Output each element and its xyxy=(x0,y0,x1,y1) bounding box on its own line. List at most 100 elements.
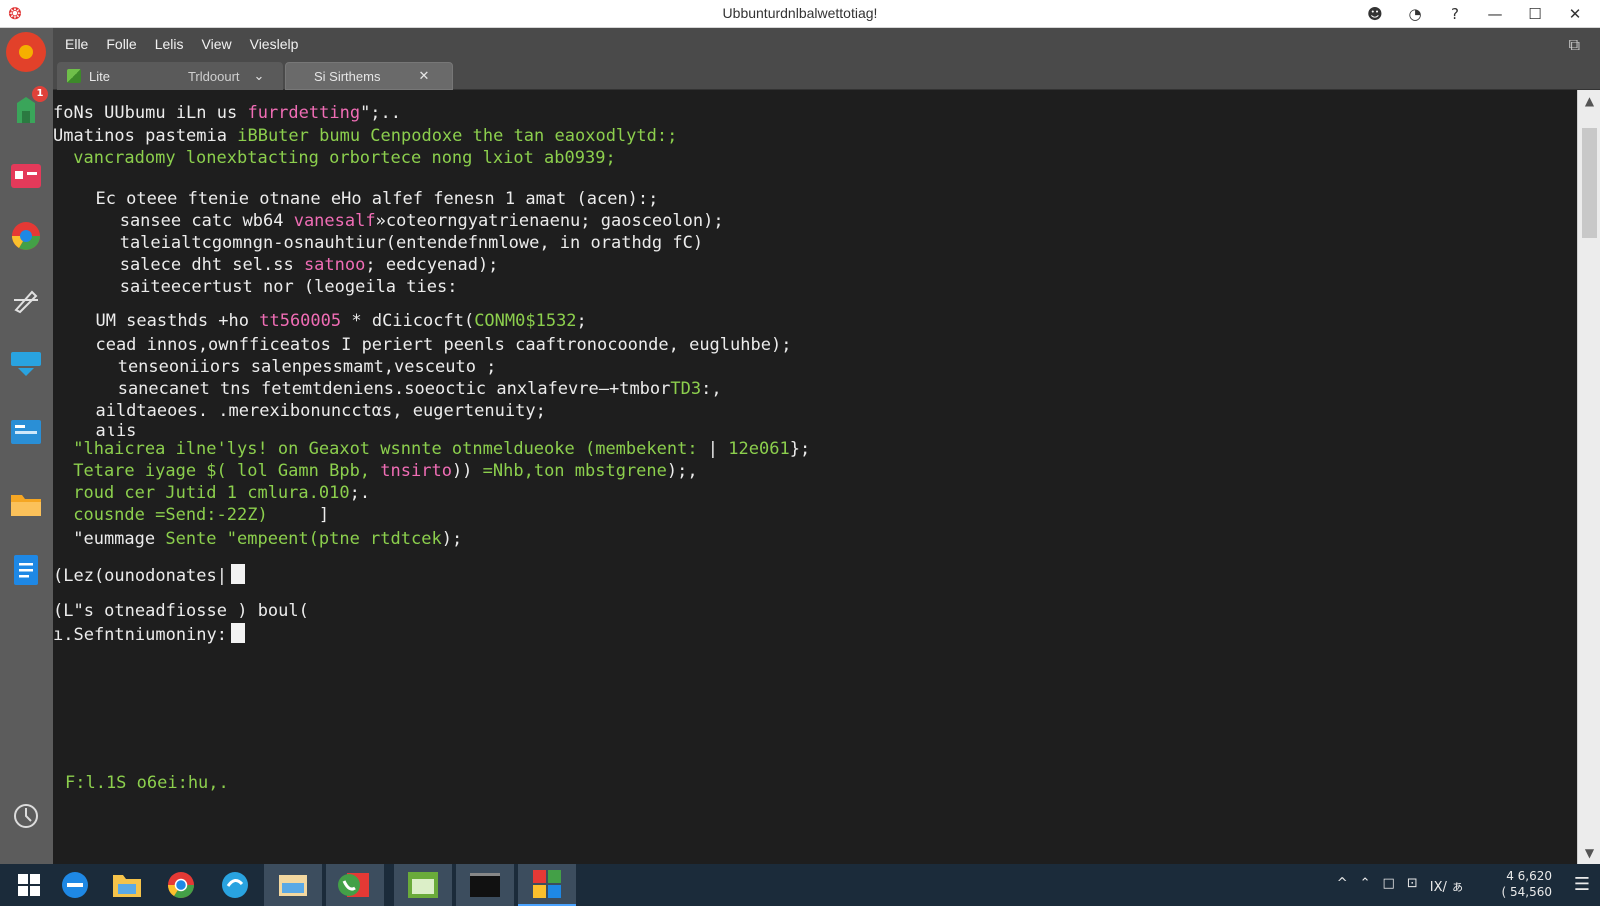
files-icon[interactable] xyxy=(6,412,46,452)
tab-systems[interactable]: Si Sirthems ✕ xyxy=(285,62,453,90)
notes-app-icon[interactable] xyxy=(394,864,452,906)
window-controls: ☻ ◔ ? — ☐ ✕ xyxy=(1358,2,1592,26)
menu-item[interactable]: Elle xyxy=(65,36,88,52)
terminal-text: Tetare iyage $( lol Gamn Bpb, xyxy=(63,461,381,481)
cube-icon xyxy=(67,69,81,83)
phone-app-icon[interactable] xyxy=(326,864,384,906)
menu-item[interactable]: Lelis xyxy=(155,36,184,52)
terminal-text: Umatinos pastemia xyxy=(53,126,238,146)
user-icon[interactable]: ☻ xyxy=(1358,2,1392,26)
browser-icon[interactable] xyxy=(6,216,46,256)
terminal-text: );, xyxy=(666,461,698,481)
file-explorer-icon[interactable] xyxy=(98,864,156,906)
bell-icon[interactable]: ◔ xyxy=(1398,2,1432,26)
launcher-sidebar: 1 xyxy=(0,28,53,864)
terminal-text: ; eedcyenad); xyxy=(365,255,499,275)
tray-display-icon[interactable]: □ xyxy=(1383,876,1395,895)
terminal-line: cead innos,ownfficeatos I periert peenls… xyxy=(75,334,791,356)
terminal-text: foNs UUbumu iLn us xyxy=(53,103,248,123)
messaging-icon[interactable] xyxy=(206,864,264,906)
menu-bar: Elle Folle Lelis View Vieslelp ⧉ xyxy=(53,28,1600,60)
terminal-line: aildtaeoes. .merexibonuncctαs, eugertenu… xyxy=(75,400,546,422)
terminal-line: cousnde =Send:-22Z) ] xyxy=(63,504,329,526)
system-tray: ^ ⌃ □ ⊡ ΙΧ/ ぁ xyxy=(1337,876,1464,895)
terminal-text: =Nhb,ton mbstgrene xyxy=(482,461,667,481)
menu-item[interactable]: Folle xyxy=(106,36,136,52)
terminal-line: (Lez(ounodonates| xyxy=(53,564,245,586)
terminal-line: tenseoniiors salenpessmamt,vesceuto ; xyxy=(87,356,497,378)
software-center-icon[interactable]: 1 xyxy=(6,86,48,130)
terminal-text: :, xyxy=(701,379,722,399)
terminal-text: saiteecertust nor (leogeila ties: xyxy=(89,277,458,297)
folder-window-icon[interactable] xyxy=(264,864,322,906)
tray-arrow-icon[interactable]: ⌃ xyxy=(1360,876,1371,895)
close-button[interactable]: ✕ xyxy=(1558,2,1592,26)
scroll-up-icon[interactable]: ▲ xyxy=(1578,94,1600,108)
settings-icon[interactable] xyxy=(6,796,46,836)
menu-item[interactable]: Vieslelp xyxy=(250,36,299,52)
taskbar: ^ ⌃ □ ⊡ ΙΧ/ ぁ 4 6,620 ( 54,560 ☰ xyxy=(0,864,1600,906)
maximize-button[interactable]: ☐ xyxy=(1518,2,1552,26)
office-app-icon[interactable] xyxy=(518,864,576,906)
terminal-line: salece dht sel.ss satnoo; eedcyenad); xyxy=(89,254,499,276)
terminal-text: | xyxy=(697,439,729,459)
terminal-text: sansee catc wb64 xyxy=(89,211,294,231)
clock[interactable]: 4 6,620 ( 54,560 xyxy=(1502,868,1552,900)
terminal-text: furrdetting xyxy=(247,103,361,123)
mail-icon[interactable] xyxy=(6,156,46,196)
terminal-line: sansee catc wb64 vanesalf»coteorngyatrie… xyxy=(89,210,724,232)
terminal-text: "eummage xyxy=(63,529,166,549)
tray-network-icon[interactable]: ⊡ xyxy=(1407,876,1418,895)
tray-chevron-icon[interactable]: ^ xyxy=(1337,876,1348,895)
terminal-line: ı.Sefntniumoniny: xyxy=(53,623,245,645)
terminal-output[interactable]: foNs UUbumu iLn us furrdetting";.. Umatin… xyxy=(53,90,1577,864)
terminal-text: salece dht sel.ss xyxy=(89,255,304,275)
terminal-line: sanecanet tns fetemtdeniens.soeoctic anx… xyxy=(87,378,722,400)
terminal-line: Ec oteee ftenie otnane eHo alfef fenesn … xyxy=(75,188,658,210)
terminal-app-icon[interactable] xyxy=(456,864,514,906)
scroll-down-icon[interactable]: ▼ xyxy=(1578,846,1600,860)
terminal-text: )) xyxy=(451,461,483,481)
terminal-text: satnoo xyxy=(303,255,366,275)
terminal-line: taleialtcgomngn-osnauhtiur(entendefnmlow… xyxy=(89,232,703,254)
terminal-text: CONM0$1532 xyxy=(474,311,577,331)
terminal-text: ); xyxy=(441,529,463,549)
tab-lite[interactable]: Lite Trldoourt ⌄ xyxy=(57,62,283,90)
terminal-text: ı.Sefntniumoniny: xyxy=(53,625,227,645)
terminal-text: iBButer bumu Cenpodoxe the tan eaoxodlyt… xyxy=(237,126,678,146)
ubuntu-dash-icon[interactable] xyxy=(6,32,46,72)
terminal-text: »coteorngyatrienaenu; gaosceolon); xyxy=(375,211,724,231)
clock-time: 4 6,620 xyxy=(1506,869,1552,883)
help-icon[interactable]: ? xyxy=(1438,2,1472,26)
terminal-line: "lhaicrea ilne'lys! on Geaxot wsnnte otn… xyxy=(63,438,810,460)
terminal-text: vancradomy lonexbtacting orbortece nong … xyxy=(63,148,616,168)
terminal-text: (L"s otneadfiosse ) boul( xyxy=(53,601,309,621)
terminal-text: "lhaicrea ilne'lys! on Geaxot wsnnte otn… xyxy=(63,439,698,459)
terminal-text: Ec oteee ftenie otnane eHo alfef fenesn … xyxy=(75,189,659,209)
document-icon[interactable] xyxy=(6,550,46,590)
terminal-text: (Lez(ounodonates| xyxy=(53,566,227,586)
tab-label: Lite xyxy=(89,68,110,84)
edge-icon[interactable] xyxy=(46,864,104,906)
tab-bar: Lite Trldoourt ⌄ Si Sirthems ✕ xyxy=(53,60,1600,90)
chrome-icon[interactable] xyxy=(152,864,210,906)
notification-center-icon[interactable]: ☰ xyxy=(1574,874,1590,895)
terminal-text: ;. xyxy=(349,483,371,503)
tray-language-icon[interactable]: ΙΧ/ ぁ xyxy=(1430,876,1464,895)
terminal-text: taleialtcgomngn-osnauhtiur(entendefnmlow… xyxy=(89,233,704,253)
scrollbar-thumb[interactable] xyxy=(1582,128,1597,238)
edit-tool-icon[interactable] xyxy=(6,280,46,320)
menu-item[interactable]: View xyxy=(202,36,232,52)
layout-icon[interactable]: ⧉ xyxy=(1569,35,1580,55)
folder-icon[interactable] xyxy=(6,484,46,524)
download-icon[interactable] xyxy=(6,344,46,384)
terminal-text: aildtaeoes. .merexibonuncctαs, eugertenu… xyxy=(75,401,546,421)
terminal-text: ";.. xyxy=(360,103,402,123)
close-tab-icon[interactable]: ✕ xyxy=(418,68,429,84)
terminal-scrollbar[interactable]: ▲ ▼ xyxy=(1577,90,1600,864)
title-bar: ❂ Ubbunturdnlbalwettotiag! ☻ ◔ ? — ☐ ✕ xyxy=(0,0,1600,28)
minimize-button[interactable]: — xyxy=(1478,2,1512,26)
chevron-down-icon[interactable]: ⌄ xyxy=(254,68,265,84)
terminal-text: ] xyxy=(267,505,330,525)
terminal-text: cead innos,ownfficeatos I periert peenls… xyxy=(75,335,792,355)
